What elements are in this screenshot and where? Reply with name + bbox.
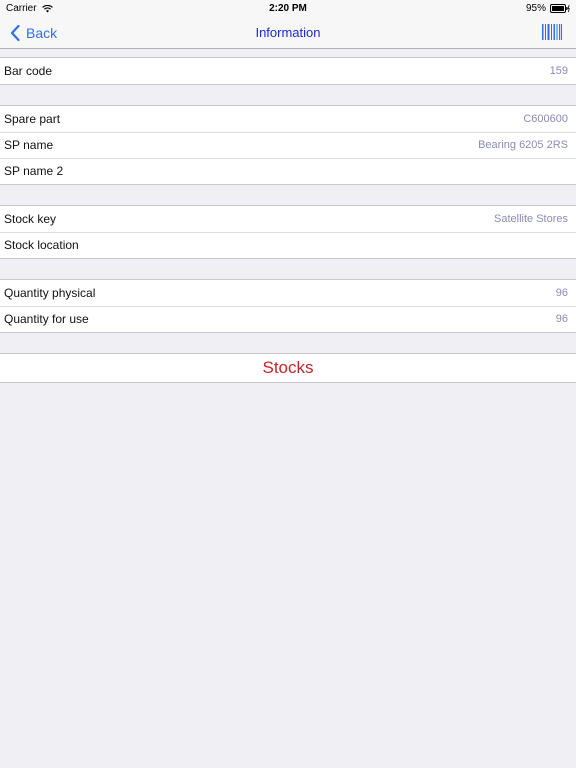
stocks-button-label: Stocks: [262, 358, 314, 377]
row-label: Quantity for use: [4, 312, 89, 326]
row-label: Stock location: [4, 238, 79, 252]
spare-part-section: Spare part C600600 SP name Bearing 6205 …: [0, 105, 576, 185]
info-content: Bar code 159 Spare part C600600 SP name …: [0, 49, 576, 383]
status-bar: Carrier 2:20 PM 95%: [0, 0, 576, 16]
battery-icon: [550, 4, 570, 13]
row-sp-name-2: SP name 2: [0, 158, 576, 184]
row-quantity-physical: Quantity physical 96: [0, 280, 576, 306]
row-label: Bar code: [4, 64, 53, 78]
navigation-bar: Back Information: [0, 16, 576, 49]
row-value: Satellite Stores: [494, 213, 568, 225]
row-value: 96: [555, 287, 568, 299]
row-quantity-for-use: Quantity for use 96: [0, 306, 576, 332]
row-spare-part: Spare part C600600: [0, 106, 576, 132]
row-sp-name: SP name Bearing 6205 2RS: [0, 132, 576, 158]
row-value: 159: [549, 65, 568, 77]
stock-section: Stock key Satellite Stores Stock locatio…: [0, 205, 576, 259]
page-title: Information: [255, 25, 321, 40]
quantity-section: Quantity physical 96 Quantity for use 96: [0, 279, 576, 333]
status-time: 2:20 PM: [269, 3, 307, 14]
row-label: SP name: [4, 138, 54, 152]
row-value: 96: [555, 313, 568, 325]
row-label: Stock key: [4, 212, 57, 226]
row-label: Quantity physical: [4, 286, 96, 300]
row-bar-code: Bar code 159: [0, 58, 576, 84]
row-stock-key: Stock key Satellite Stores: [0, 206, 576, 232]
stocks-button[interactable]: Stocks: [0, 353, 576, 383]
row-stock-location: Stock location: [0, 232, 576, 258]
barcode-section: Bar code 159: [0, 57, 576, 85]
row-label: SP name 2: [4, 164, 64, 178]
battery-group: 95%: [526, 3, 570, 14]
row-value: Bearing 6205 2RS: [478, 139, 568, 151]
barcode-icon[interactable]: [542, 24, 562, 40]
row-value: C600600: [523, 113, 568, 125]
row-label: Spare part: [4, 112, 61, 126]
battery-percent: 95%: [525, 3, 546, 14]
